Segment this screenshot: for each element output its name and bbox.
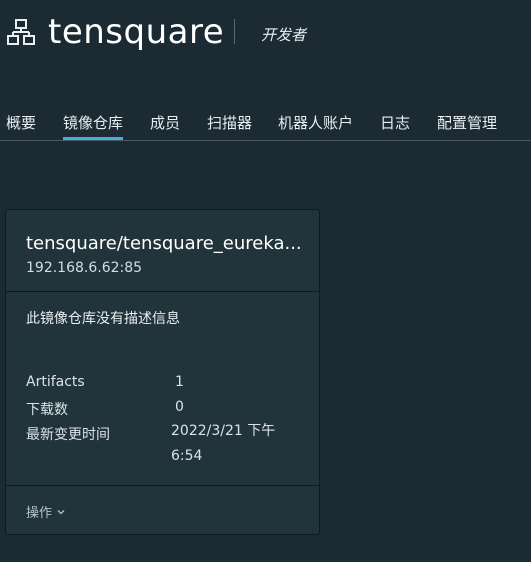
project-icon <box>7 19 35 45</box>
tab-configuration[interactable]: 配置管理 <box>437 112 497 140</box>
chevron-down-icon <box>57 509 65 514</box>
stat-downloads-label: 下载数 <box>26 402 68 418</box>
tab-scanners[interactable]: 扫描器 <box>207 112 252 140</box>
actions-label: 操作 <box>26 506 53 521</box>
project-role: 开发者 <box>261 26 307 44</box>
repository-registry: 192.168.6.62:85 <box>26 260 143 276</box>
actions-dropdown[interactable]: 操作 <box>26 502 66 521</box>
header-divider <box>234 19 235 44</box>
repository-title[interactable]: tensquare/tensquare_eureka... <box>26 233 306 254</box>
stat-artifacts-value: 1 <box>175 374 184 390</box>
tab-robot-accounts[interactable]: 机器人账户 <box>278 112 353 140</box>
tab-members[interactable]: 成员 <box>150 112 180 140</box>
tab-summary[interactable]: 概要 <box>6 112 36 140</box>
stat-artifacts-label: Artifacts <box>26 374 85 390</box>
tab-repositories[interactable]: 镜像仓库 <box>63 112 124 140</box>
stat-updated-label: 最新变更时间 <box>26 427 110 443</box>
tab-logs[interactable]: 日志 <box>380 112 410 140</box>
stat-updated-value: 2022/3/21 下午 6:54 <box>171 423 276 464</box>
project-tabs: 概要 镜像仓库 成员 扫描器 机器人账户 日志 配置管理 <box>0 108 531 141</box>
project-title: tensquare <box>48 12 225 52</box>
repository-description: 此镜像仓库没有描述信息 <box>26 311 180 327</box>
stat-downloads-value: 0 <box>175 399 184 415</box>
card-divider-bottom <box>6 485 319 486</box>
repository-card[interactable]: tensquare/tensquare_eureka... 192.168.6.… <box>5 209 320 535</box>
project-header: tensquare 开发者 <box>0 0 531 70</box>
card-divider-top <box>6 291 319 292</box>
